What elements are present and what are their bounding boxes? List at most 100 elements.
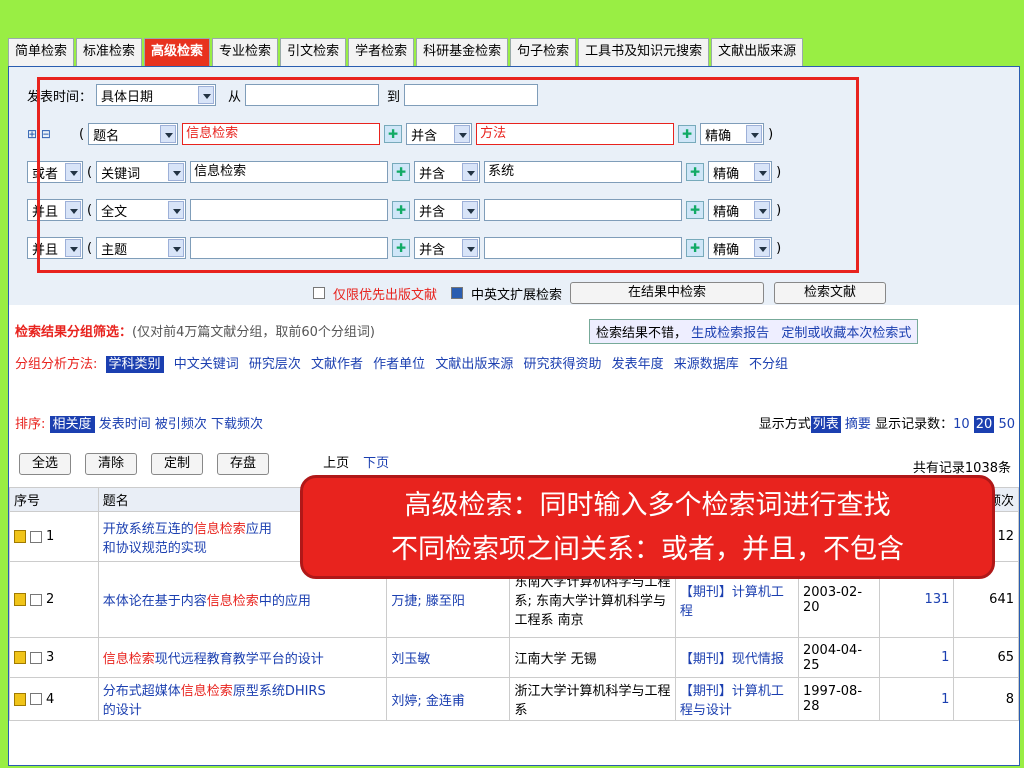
main-panel: 发表时间： 具体日期 从 到 ⊞ ⊟ ( 题名 信息检索 ✚ 并含 方法 ✚ 精… [8, 66, 1020, 766]
col-no: 序号 [9, 487, 99, 512]
sort-downloads[interactable]: 下载频次 [211, 417, 263, 432]
tab-standard[interactable]: 标准检索 [76, 38, 143, 66]
table-row: 4 分布式超媒体信息检索原型系统DHIRS 的设计 刘婷; 金连甫 浙江大学计算机… [9, 677, 1019, 721]
display-abstract[interactable]: 摘要 [845, 417, 871, 432]
title-part[interactable]: 分布式超媒体 [103, 684, 181, 699]
row-checkbox[interactable] [30, 651, 42, 664]
author-cell[interactable]: 刘婷; 金连甫 [391, 694, 465, 709]
org-cell: 浙江大学计算机科学与工程系 [509, 677, 676, 721]
source-cell[interactable]: 【期刊】计算机工程与设计 [680, 684, 784, 718]
in-result-button[interactable]: 在结果中检索 [570, 282, 765, 304]
group-org[interactable]: 作者单位 [373, 357, 425, 372]
document-icon [14, 651, 26, 664]
count-50[interactable]: 50 [998, 417, 1015, 432]
count-label: 显示记录数： [875, 417, 954, 432]
search-tabs: 简单检索 标准检索 高级检索 专业检索 引文检索 学者检索 科研基金检索 句子检… [8, 38, 804, 66]
date-cell: 1997-08-28 [798, 677, 880, 721]
method-label: 分组分析方法: [15, 357, 98, 372]
org-cell: 江南大学 无锡 [509, 637, 676, 678]
tab-advanced[interactable]: 高级检索 [144, 38, 211, 66]
source-cell[interactable]: 【期刊】现代情报 [680, 652, 784, 667]
tab-citation[interactable]: 引文检索 [280, 38, 347, 66]
search-form: 发表时间： 具体日期 从 到 ⊞ ⊟ ( 题名 信息检索 ✚ 并含 方法 ✚ 精… [9, 67, 1019, 305]
sort-bar: 排序: 相关度 发表时间 被引频次 下载频次 [15, 413, 263, 433]
group-filters: 检索结果分组筛选：(仅对前4万篇文献分组，取前60个分组词) 检索结果不错， 生… [9, 305, 1019, 405]
save-button[interactable]: 存盘 [217, 453, 270, 475]
group-subject[interactable]: 学科类别 [105, 356, 164, 373]
priority-checkbox[interactable] [313, 287, 325, 299]
top-bar [0, 0, 1024, 34]
author-cell[interactable]: 刘玉敏 [391, 652, 430, 667]
tab-fund[interactable]: 科研基金检索 [416, 38, 509, 66]
clear-button[interactable]: 清除 [85, 453, 138, 475]
sort-relevance[interactable]: 相关度 [49, 416, 95, 433]
tab-professional[interactable]: 专业检索 [212, 38, 279, 66]
tab-simple[interactable]: 简单检索 [8, 38, 75, 66]
callout-line-1: 高级检索：同时输入多个检索词进行查找 [404, 490, 891, 521]
count-20[interactable]: 20 [973, 416, 995, 433]
display-list[interactable]: 列表 [810, 416, 841, 433]
sort-cited[interactable]: 被引频次 [155, 417, 207, 432]
select-all-button[interactable]: 全选 [19, 453, 72, 475]
downloads-cell: 8 [953, 677, 1019, 721]
count-10[interactable]: 10 [953, 417, 970, 432]
document-icon [14, 530, 26, 543]
action-bar: 全选 清除 定制 存盘 上页 下页 [19, 453, 389, 475]
priority-label: 仅限优先出版文献 [333, 287, 438, 303]
group-db[interactable]: 来源数据库 [674, 357, 739, 372]
title-part[interactable]: 原型系统DHIRS [233, 684, 326, 699]
row-no: 4 [46, 691, 55, 707]
total-records: 共有记录1038条 [912, 461, 1011, 476]
sort-label: 排序: [15, 417, 46, 432]
save-query-link[interactable]: 定制或收藏本次检索式 [781, 326, 911, 341]
tab-source[interactable]: 文献出版来源 [711, 38, 804, 66]
tab-scholar[interactable]: 学者检索 [348, 38, 415, 66]
row-no: 2 [46, 592, 55, 607]
group-keyword[interactable]: 中文关键词 [174, 357, 239, 372]
title-highlight: 信息检索 [193, 521, 246, 537]
author-cell[interactable]: 万捷; 滕至阳 [391, 594, 465, 609]
cited-cell[interactable]: 1 [941, 650, 949, 665]
sort-date[interactable]: 发表时间 [99, 417, 151, 432]
title-part[interactable]: 现代远程教育教学平台的设计 [155, 652, 324, 667]
search-button[interactable]: 检索文献 [774, 282, 887, 304]
annotation-callout: 高级检索：同时输入多个检索词进行查找 不同检索项之间关系：或者，并且，不包含 [300, 475, 995, 579]
cited-cell[interactable]: 131 [925, 592, 950, 607]
title-part[interactable]: 的设计 [103, 703, 142, 718]
tab-reference[interactable]: 工具书及知识元搜索 [578, 38, 710, 66]
group-title: 检索结果分组筛选： [15, 325, 133, 340]
custom-button[interactable]: 定制 [151, 453, 204, 475]
row-checkbox[interactable] [30, 593, 42, 606]
expand-label: 中英文扩展检索 [471, 287, 563, 303]
document-icon [14, 593, 26, 606]
display-bar: 显示方式 列表 摘要 显示记录数：10 20 50 [758, 413, 1015, 433]
document-icon [14, 692, 26, 706]
highlight-box [37, 77, 859, 273]
row-no: 1 [46, 529, 55, 544]
expand-checkbox[interactable] [451, 287, 464, 299]
prev-page[interactable]: 上页 [323, 453, 349, 475]
title-part[interactable]: 应用 [246, 522, 272, 537]
cited-cell[interactable]: 1 [941, 692, 949, 707]
group-fund[interactable]: 研究获得资助 [523, 357, 601, 372]
table-row: 3 信息检索现代远程教育教学平台的设计 刘玉敏 江南大学 无锡 【期刊】现代情报… [9, 637, 1019, 678]
generate-report-link[interactable]: 生成检索报告 [691, 326, 769, 341]
row-no: 3 [46, 650, 55, 665]
title-highlight: 信息检索 [206, 594, 259, 609]
group-source[interactable]: 文献出版来源 [435, 357, 513, 372]
group-author[interactable]: 文献作者 [311, 357, 363, 372]
row-checkbox[interactable] [30, 530, 42, 543]
title-highlight: 信息检索 [180, 684, 233, 699]
tab-sentence[interactable]: 句子检索 [510, 38, 577, 66]
title-part[interactable]: 中的应用 [259, 594, 311, 609]
row-checkbox[interactable] [30, 693, 42, 705]
source-cell[interactable]: 【期刊】计算机工程 [680, 585, 784, 619]
group-year[interactable]: 发表年度 [612, 357, 664, 372]
group-level[interactable]: 研究层次 [249, 357, 301, 372]
next-page[interactable]: 下页 [363, 453, 389, 475]
title-part[interactable]: 和协议规范的实现 [103, 541, 207, 556]
group-none[interactable]: 不分组 [749, 357, 788, 372]
display-label: 显示方式 [758, 417, 811, 432]
title-part[interactable]: 开放系统互连的 [103, 522, 194, 537]
title-part[interactable]: 本体论在基于内容 [103, 594, 207, 609]
